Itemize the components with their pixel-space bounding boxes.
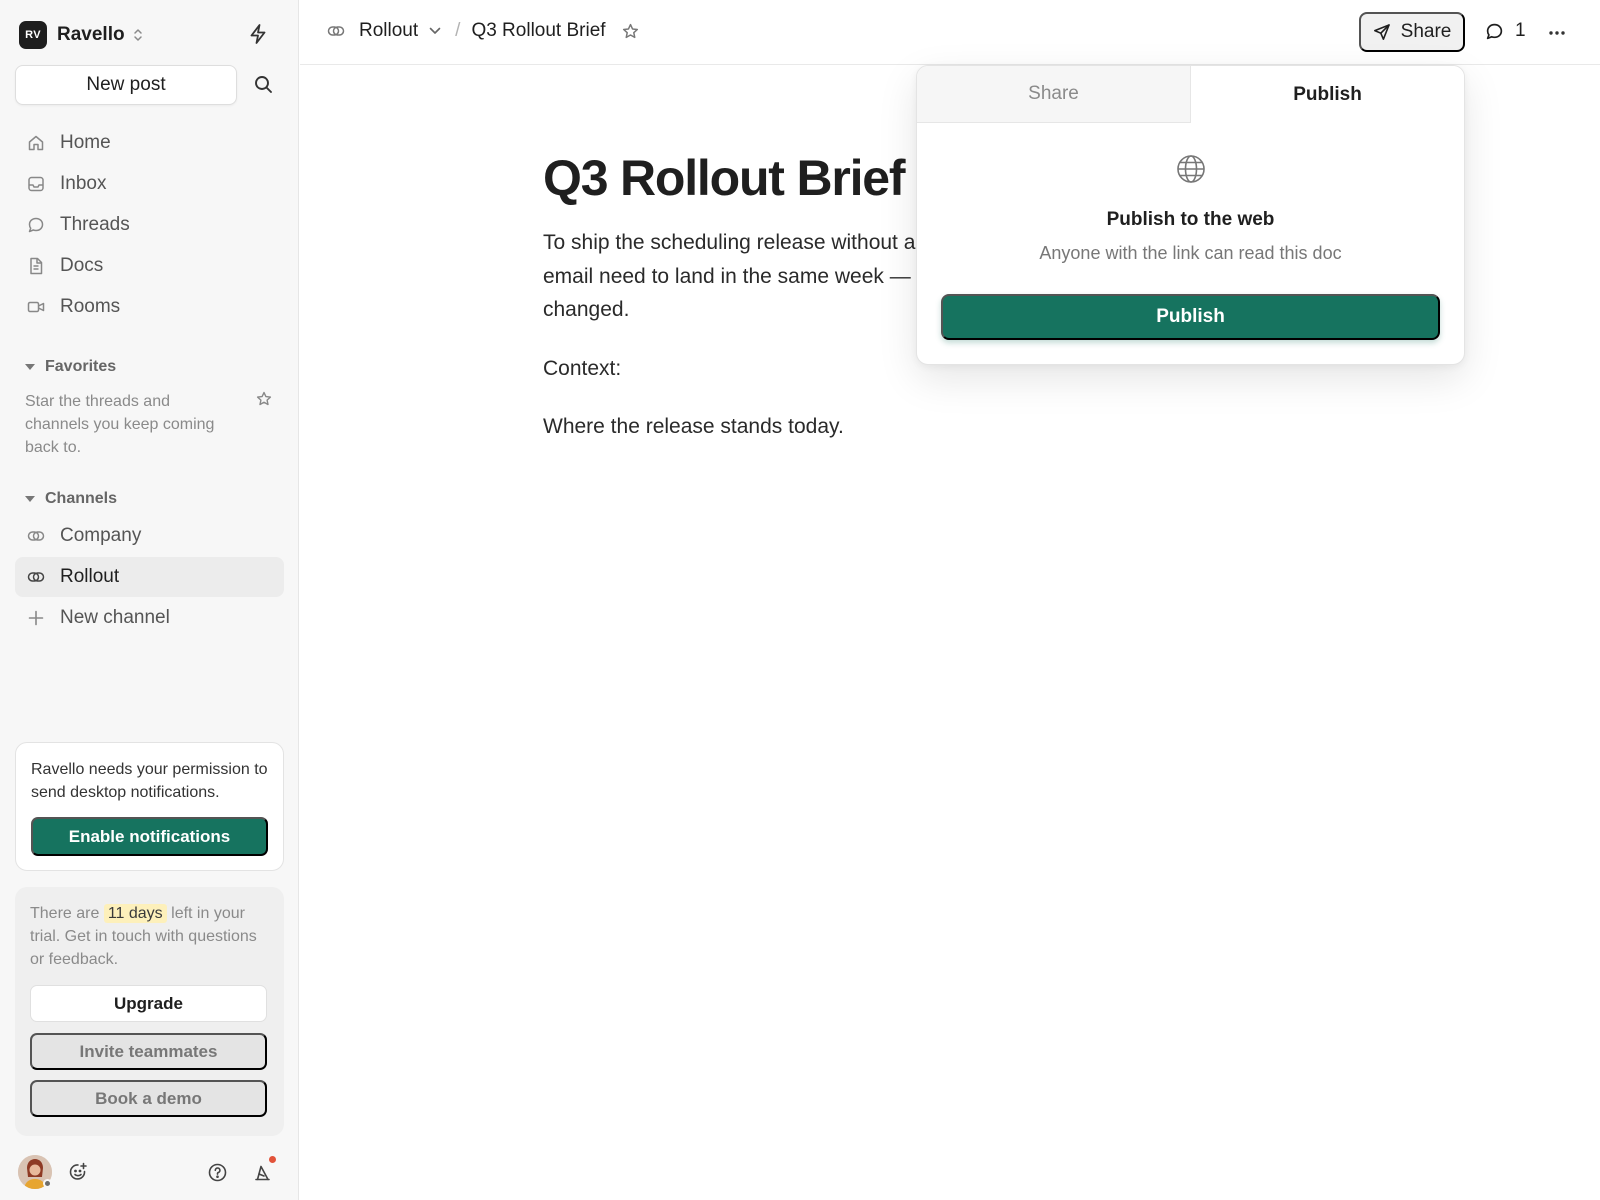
star-icon[interactable] — [622, 23, 639, 40]
comments-button[interactable]: 1 — [1485, 20, 1526, 42]
sidebar-item-label: Inbox — [60, 172, 107, 194]
favorites-empty-text: Star the threads and channels you keep c… — [25, 393, 215, 456]
caret-down-icon — [25, 364, 35, 370]
channel-label: Company — [60, 525, 142, 546]
sidebar-item-threads[interactable]: Threads — [15, 204, 284, 245]
workspace-logo: RV — [19, 21, 47, 49]
chat-bubble-icon — [27, 216, 45, 234]
document-paragraph-status[interactable]: Where the release stands today. — [543, 410, 1383, 443]
paragraph-line: email need to land in the same week — a — [543, 264, 929, 288]
paragraph-line: changed. — [543, 298, 630, 321]
trial-text-before: There are — [30, 905, 100, 922]
emoji-status-icon[interactable] — [68, 1162, 88, 1196]
comment-icon — [1486, 23, 1503, 39]
new-channel-label: New channel — [60, 607, 170, 628]
top-bar: Rollout / Q3 Rollout Brief Share 1 — [300, 0, 1600, 65]
favorites-section-header[interactable]: Favorites — [25, 358, 116, 376]
breadcrumb-separator: / — [455, 20, 461, 41]
upgrade-button[interactable]: Upgrade — [30, 985, 267, 1022]
send-icon — [1373, 24, 1390, 40]
sidebar-item-label: Rooms — [60, 295, 121, 317]
book-demo-button[interactable]: Book a demo — [30, 1080, 267, 1117]
new-channel-button[interactable]: New channel — [15, 598, 284, 638]
share-button[interactable]: Share — [1359, 12, 1465, 52]
whats-new-icon[interactable] — [253, 1163, 272, 1197]
document-icon — [27, 257, 45, 275]
invite-teammates-button[interactable]: Invite teammates — [30, 1033, 267, 1070]
star-icon — [256, 391, 272, 407]
tab-share[interactable]: Share — [917, 66, 1191, 123]
notification-badge — [269, 1156, 276, 1163]
channels-heading: Channels — [45, 490, 118, 507]
channels-section-header[interactable]: Channels — [25, 490, 117, 508]
globe-icon — [1176, 154, 1206, 184]
tab-publish[interactable]: Publish — [1191, 66, 1464, 123]
channel-icon — [27, 568, 45, 586]
sidebar-item-company[interactable]: Company — [15, 516, 284, 556]
publish-subtext: Anyone with the link can read this doc — [1039, 243, 1342, 263]
sidebar-item-label: Threads — [60, 213, 130, 235]
channel-label: Rollout — [60, 566, 120, 587]
breadcrumb: Rollout / Q3 Rollout Brief — [327, 20, 639, 42]
publish-heading: Publish to the web — [1106, 209, 1275, 230]
sidebar-item-label: Docs — [60, 254, 104, 276]
presence-indicator — [43, 1179, 52, 1188]
app-window: RV Ravello New post Home Inbox Threads D… — [0, 0, 1600, 1200]
channel-icon — [27, 527, 45, 545]
notifications-permission-card: Ravello needs your permission to send de… — [15, 742, 284, 871]
more-options-icon[interactable] — [1548, 24, 1566, 42]
sidebar-item-docs[interactable]: Docs — [15, 245, 284, 286]
popover-tabs: Share Publish — [917, 66, 1464, 123]
chevron-down-icon[interactable] — [429, 27, 441, 35]
channel-icon — [327, 22, 345, 40]
share-popover: Share Publish Publish to the web Anyone … — [916, 65, 1465, 365]
inbox-icon — [27, 175, 45, 193]
workspace-name: Ravello — [57, 24, 125, 45]
home-icon — [27, 134, 45, 152]
comment-count: 1 — [1515, 20, 1526, 41]
chevron-up-down-icon — [133, 28, 143, 42]
sidebar: RV Ravello New post Home Inbox Threads D… — [0, 0, 299, 1200]
trial-text: There are 11 days left in your trial. Ge… — [30, 902, 269, 971]
enable-notifications-button[interactable]: Enable notifications — [31, 817, 268, 856]
lightning-icon[interactable] — [248, 23, 268, 45]
breadcrumb-doc-title[interactable]: Q3 Rollout Brief — [471, 20, 605, 42]
notifications-permission-text: Ravello needs your permission to send de… — [31, 761, 268, 801]
sidebar-item-home[interactable]: Home — [15, 122, 284, 163]
breadcrumb-channel[interactable]: Rollout — [359, 20, 418, 42]
new-post-button[interactable]: New post — [15, 65, 237, 105]
trial-days-badge: 11 days — [103, 904, 167, 923]
search-icon[interactable] — [254, 75, 273, 94]
help-icon[interactable] — [208, 1163, 227, 1197]
primary-nav: Home Inbox Threads Docs Rooms — [15, 122, 284, 327]
plus-icon — [27, 609, 45, 627]
share-button-label: Share — [1400, 21, 1452, 42]
sidebar-item-label: Home — [60, 131, 111, 153]
trial-card: There are 11 days left in your trial. Ge… — [15, 887, 284, 1136]
paragraph-line: To ship the scheduling release without a — [543, 231, 916, 254]
sidebar-item-rooms[interactable]: Rooms — [15, 286, 284, 327]
favorites-heading: Favorites — [45, 358, 117, 375]
publish-button[interactable]: Publish — [941, 294, 1440, 340]
sidebar-item-rollout[interactable]: Rollout — [15, 557, 284, 597]
video-icon — [27, 298, 45, 316]
sidebar-item-inbox[interactable]: Inbox — [15, 163, 284, 204]
caret-down-icon — [25, 496, 35, 502]
workspace-switcher[interactable]: RV Ravello — [19, 21, 143, 49]
